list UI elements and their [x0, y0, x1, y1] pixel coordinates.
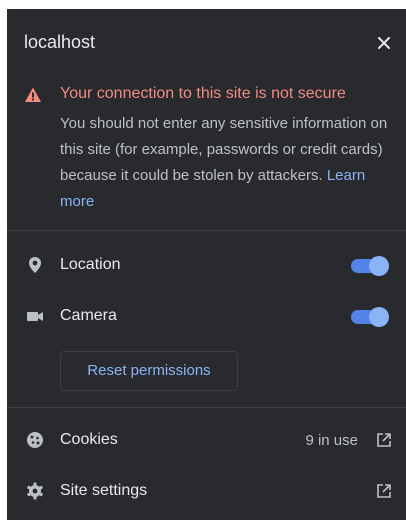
divider — [7, 230, 406, 231]
close-button[interactable] — [374, 33, 394, 53]
cookies-count: 9 in use — [305, 432, 358, 449]
toggle-knob — [369, 307, 389, 327]
location-pin-icon — [29, 257, 41, 273]
site-settings-row[interactable]: Site settings — [7, 471, 406, 511]
camera-toggle[interactable] — [351, 307, 389, 327]
cookie-icon — [27, 432, 43, 448]
cookies-row[interactable]: Cookies 9 in use — [7, 420, 406, 460]
site-title: localhost — [24, 32, 96, 52]
site-settings-label: Site settings — [60, 482, 148, 499]
divider — [7, 407, 406, 408]
permission-row-location: Location — [7, 245, 406, 285]
external-link-icon[interactable] — [376, 483, 392, 499]
warning-body: You should not enter any sensitive infor… — [60, 111, 390, 215]
cookies-label: Cookies — [60, 431, 118, 448]
permission-row-camera: Camera — [7, 296, 406, 336]
warning-icon — [25, 87, 41, 102]
camera-icon — [27, 312, 43, 321]
page-info-panel: localhost Your connection to this site i… — [7, 9, 406, 520]
reset-permissions-button[interactable]: Reset permissions — [60, 351, 238, 391]
gear-icon — [27, 482, 43, 500]
permission-label: Camera — [60, 307, 117, 324]
warning-title: Your connection to this site is not secu… — [60, 85, 346, 102]
panel-header: localhost — [7, 9, 406, 77]
permission-label: Location — [60, 256, 121, 273]
location-toggle[interactable] — [351, 256, 389, 276]
close-icon — [378, 37, 390, 49]
external-link-icon[interactable] — [376, 432, 392, 448]
toggle-knob — [369, 256, 389, 276]
